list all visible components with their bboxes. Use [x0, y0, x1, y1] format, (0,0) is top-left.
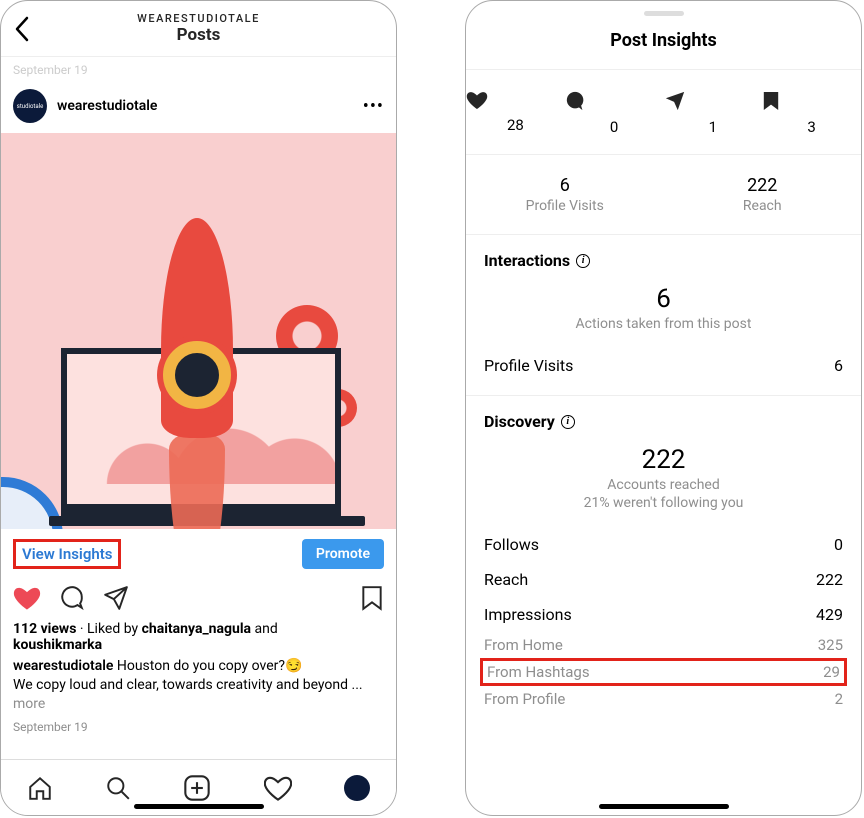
view-insights-link[interactable]: View Insights — [13, 539, 121, 569]
from-hashtags-value: 29 — [823, 663, 840, 681]
from-profile-label: From Profile — [484, 690, 565, 708]
action-row — [1, 579, 396, 617]
post-username[interactable]: wearestudiotale — [57, 98, 157, 114]
from-profile-value: 2 — [835, 690, 843, 708]
profile-visits-col: 6 Profile Visits — [466, 175, 664, 214]
reach-col: 222 Reach — [664, 175, 862, 214]
avatar[interactable]: studiotale — [13, 89, 47, 123]
interactions-count: 6 — [484, 284, 843, 314]
post-header: studiotale wearestudiotale ••• — [1, 79, 396, 133]
decor-rocket-window — [163, 341, 231, 409]
interactions-section: Interactions i 6 Actions taken from this… — [466, 235, 861, 396]
insights-row: View Insights Promote — [1, 529, 396, 579]
metric-likes: 28 — [466, 90, 565, 136]
info-icon[interactable]: i — [576, 254, 590, 268]
profile-visits-label: Profile Visits — [484, 356, 573, 375]
profile-visits-value: 6 — [834, 356, 843, 375]
tab-home-icon[interactable] — [27, 775, 53, 801]
post-date: September 19 — [1, 716, 396, 734]
back-icon[interactable] — [13, 15, 31, 43]
impressions-value: 429 — [816, 605, 843, 624]
info-icon[interactable]: i — [561, 415, 575, 429]
insights-title: Post Insights — [466, 16, 861, 70]
tab-activity-icon[interactable] — [264, 775, 292, 801]
tab-create-icon[interactable] — [183, 774, 211, 802]
discovery-heading: Discovery — [484, 412, 555, 431]
comment-icon[interactable] — [59, 585, 85, 611]
more-icon[interactable]: ••• — [363, 96, 384, 117]
reach-value: 222 — [816, 570, 843, 589]
views-count: 112 views — [13, 621, 76, 637]
from-home-label: From Home — [484, 636, 563, 654]
tab-bar — [1, 759, 396, 815]
from-home-value: 325 — [818, 636, 843, 654]
follows-value: 0 — [834, 535, 843, 554]
discovery-section: Discovery i 222 Accounts reached 21% wer… — [466, 396, 861, 726]
more-link[interactable]: more — [13, 696, 45, 712]
metric-comments: 0 — [565, 90, 664, 136]
interactions-heading: Interactions — [484, 251, 570, 270]
metrics-row: 28 0 1 3 — [466, 70, 861, 155]
reach-label: Reach — [484, 570, 528, 589]
emoji: 😏 — [285, 658, 302, 674]
phone-left: WEARESTUDIOTALE Posts September 19 studi… — [0, 0, 397, 816]
caption-username[interactable]: wearestudiotale — [13, 658, 113, 674]
like-icon[interactable] — [13, 585, 41, 611]
bookmark-icon — [762, 90, 861, 112]
prev-post-date: September 19 — [1, 57, 396, 79]
posts-header: WEARESTUDIOTALE Posts — [1, 1, 396, 57]
header-username: WEARESTUDIOTALE — [137, 12, 260, 25]
phone-right: Post Insights 28 0 1 3 6 Profile Visits … — [465, 0, 862, 816]
metric-shares: 1 — [664, 90, 763, 136]
share-icon — [664, 90, 763, 112]
visits-reach-row: 6 Profile Visits 222 Reach — [466, 155, 861, 235]
from-hashtags-label: From Hashtags — [487, 663, 590, 681]
decor-flame — [169, 433, 225, 529]
metric-saves: 3 — [762, 90, 861, 136]
tab-profile-icon[interactable] — [344, 775, 370, 801]
promote-button[interactable]: Promote — [302, 539, 384, 569]
share-icon[interactable] — [103, 585, 129, 611]
tab-search-icon[interactable] — [105, 775, 131, 801]
liker-1: chaitanya_nagula — [142, 621, 251, 637]
follows-label: Follows — [484, 535, 539, 554]
home-indicator — [599, 804, 729, 809]
views-line[interactable]: 112 views · Liked by chaitanya_nagula an… — [1, 617, 396, 655]
accounts-reached-count: 222 — [484, 445, 843, 475]
save-icon[interactable] — [360, 585, 384, 611]
from-hashtags-row: From Hashtags 29 — [480, 658, 847, 686]
comment-icon — [565, 90, 664, 112]
liker-2: koushikmarka — [13, 637, 102, 653]
caption: wearestudiotale Houston do you copy over… — [1, 655, 396, 716]
header-title: Posts — [137, 25, 260, 45]
heart-icon — [466, 90, 565, 110]
home-indicator — [134, 804, 264, 809]
impressions-label: Impressions — [484, 605, 572, 624]
post-image[interactable] — [1, 133, 396, 529]
